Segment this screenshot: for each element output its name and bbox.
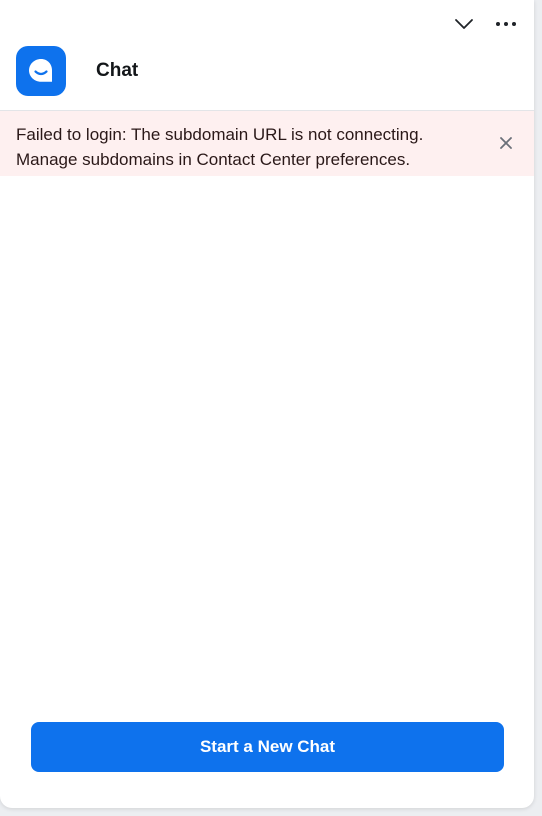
chat-header: Chat	[16, 46, 138, 96]
error-message-line-2: Manage subdomains in Contact Center pref…	[16, 150, 411, 169]
window-controls	[452, 12, 518, 36]
close-icon[interactable]	[496, 133, 516, 153]
chat-panel: Chat Failed to login: The subdomain URL …	[0, 0, 534, 808]
error-message: Failed to login: The subdomain URL is no…	[16, 122, 476, 172]
page-title: Chat	[96, 60, 139, 81]
chat-bubble-icon	[16, 46, 66, 96]
error-banner: Failed to login: The subdomain URL is no…	[0, 111, 534, 176]
error-message-line-1: Failed to login: The subdomain URL is no…	[16, 125, 424, 144]
start-new-chat-button[interactable]: Start a New Chat	[31, 722, 504, 772]
chevron-down-icon[interactable]	[452, 12, 476, 36]
more-options-icon[interactable]	[494, 12, 518, 36]
